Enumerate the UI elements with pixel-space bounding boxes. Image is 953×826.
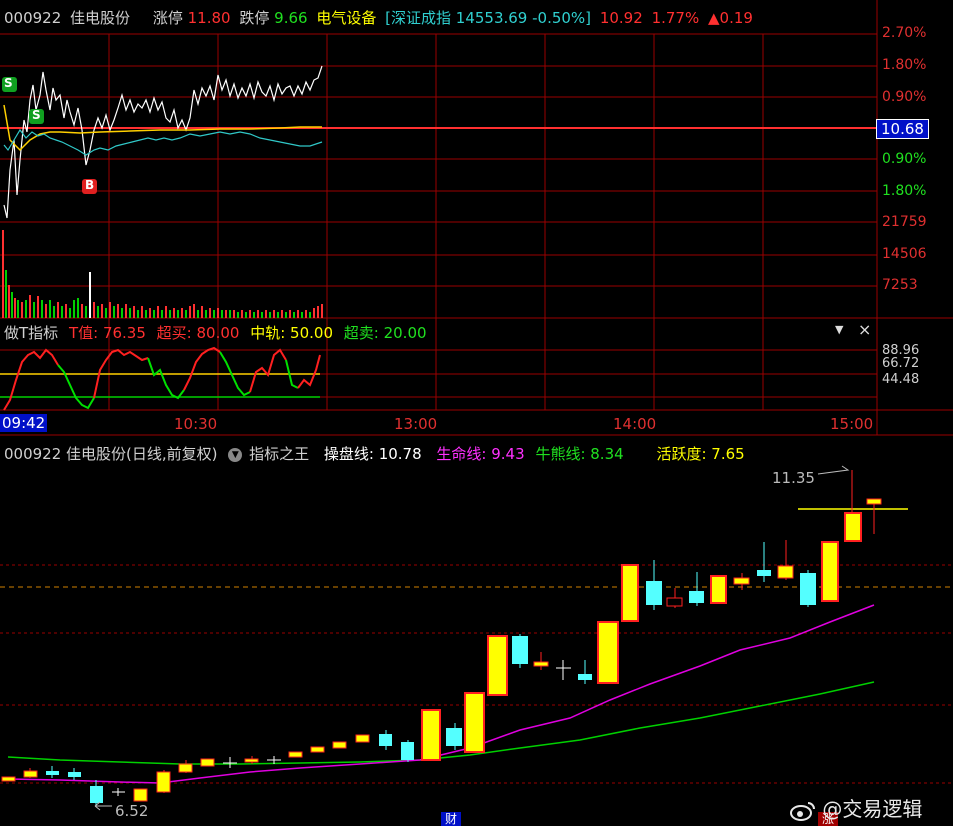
watermark-text: @交易逻辑 <box>822 797 923 821</box>
intraday-grid <box>0 0 953 436</box>
osc-t-value: T值: 76.35 <box>68 324 146 342</box>
osc-t-line-red-4 <box>249 348 287 393</box>
change-pct: 1.77% <box>651 9 700 27</box>
daily-title: 000922 佳电股份(日线,前复权) <box>4 445 218 463</box>
limit-up-label: 涨停 <box>152 9 183 27</box>
intraday-header: 000922 佳电股份 涨停 11.80 跌停 9.66 电气设备 [深证成指 … <box>4 7 753 28</box>
volume-bars <box>2 230 323 318</box>
intraday-price-line <box>3 65 323 219</box>
weibo-logo-icon <box>790 801 816 821</box>
indicator-line3: 牛熊线: 8.34 <box>535 445 624 463</box>
axis-up-2: 1.80% <box>882 57 927 73</box>
osc-oversold: 超卖: 20.00 <box>343 324 427 342</box>
volume-axis-2: 14506 <box>882 246 927 262</box>
axis-up-1: 0.90% <box>882 89 927 105</box>
low-pointer-arrow <box>94 801 112 811</box>
intraday-index-line <box>3 128 323 156</box>
sell-marker-label-2: S <box>32 108 41 122</box>
high-pointer-arrow <box>817 465 850 475</box>
buy-marker-label: B <box>85 178 95 192</box>
osc-middle: 中轨: 50.00 <box>250 324 333 342</box>
limit-down-label: 跌停 <box>239 9 270 27</box>
limit-down-value: 9.66 <box>274 9 308 27</box>
osc-t-line-red-5 <box>297 354 321 389</box>
daily-header: 000922 佳电股份(日线,前复权) ▼ 指标之王 操盘线: 10.78 生命… <box>4 443 745 464</box>
time-label-1400: 14:00 <box>613 415 657 433</box>
oscillator-header: 做T指标 T值: 76.35 超买: 80.00 中轨: 50.00 超卖: 2… <box>4 322 427 343</box>
time-label-1500: 15:00 <box>830 415 874 433</box>
finance-marker[interactable]: 财 <box>441 812 461 826</box>
index-info[interactable]: [深证成指 14553.69 -0.50%] <box>385 9 591 27</box>
time-label-1030: 10:30 <box>174 415 218 433</box>
current-price-marker: 10.68 <box>876 119 929 139</box>
axis-down-2: 1.80% <box>882 183 927 199</box>
volume-axis-3: 7253 <box>882 277 918 293</box>
chevron-down-icon[interactable]: ▼ <box>835 323 843 336</box>
high-price-label: 11.35 <box>772 469 815 487</box>
osc-overbought: 超买: 80.00 <box>156 324 240 342</box>
time-label-1300: 13:00 <box>394 415 438 433</box>
volume-axis-1: 21759 <box>882 214 927 230</box>
osc-t-line-red <box>3 348 59 411</box>
osc-t-line-red-3 <box>183 346 221 391</box>
sector-label[interactable]: 电气设备 <box>316 9 376 27</box>
indicator-line1: 操盘线: 10.78 <box>323 445 422 463</box>
indicator-dropdown-icon[interactable]: ▼ <box>228 447 243 462</box>
indicator-line2: 生命线: 9.43 <box>436 445 525 463</box>
sell-marker-label-1: S <box>4 76 13 90</box>
axis-down-1: 0.90% <box>882 151 927 167</box>
stock-name: 佳电股份 <box>70 9 131 27</box>
change-amount: ▲0.19 <box>708 9 753 27</box>
watermark: @交易逻辑 <box>790 793 922 822</box>
current-price: 10.92 <box>599 9 643 27</box>
osc-t-line-green-2 <box>147 357 185 400</box>
indicator-name[interactable]: 指标之王 <box>249 445 309 463</box>
close-icon[interactable]: × <box>858 320 871 339</box>
osc-title[interactable]: 做T指标 <box>4 324 58 342</box>
stock-code: 000922 <box>4 9 62 27</box>
limit-up-value: 11.80 <box>187 9 231 27</box>
osc-axis-3: 44.48 <box>882 372 920 387</box>
chart-canvas <box>0 0 953 811</box>
axis-up-3: 2.70% <box>882 25 927 41</box>
time-cursor-label: 09:42 <box>0 414 48 432</box>
osc-t-line-green <box>57 364 95 410</box>
indicator-line4: 活跃度: 7.65 <box>656 445 745 463</box>
low-price-label: 6.52 <box>115 802 149 820</box>
osc-axis-2: 66.72 <box>882 356 920 371</box>
